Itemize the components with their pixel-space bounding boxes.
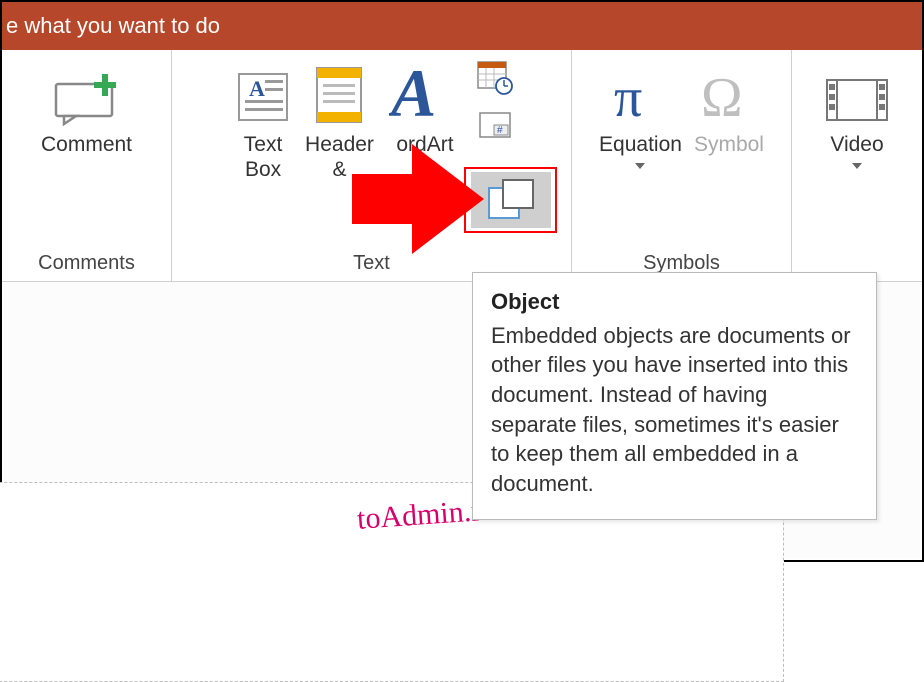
svg-text:π: π <box>614 67 642 126</box>
date-time-icon <box>474 58 516 96</box>
svg-text:Ω: Ω <box>701 67 743 126</box>
svg-text:A: A <box>389 60 436 126</box>
textbox-icon: A <box>233 58 293 126</box>
comment-label: Comment <box>41 132 132 157</box>
comment-icon <box>50 58 124 126</box>
header-icon <box>311 58 367 126</box>
wordart-label: ordArt <box>396 132 453 157</box>
object-tooltip: Object Embedded objects are documents or… <box>472 272 877 520</box>
wordart-icon: A <box>389 58 461 126</box>
group-text: A Text Box <box>172 50 572 281</box>
group-comments-label: Comments <box>38 248 135 275</box>
symbol-icon: Ω <box>697 58 761 126</box>
symbol-label: Symbol <box>694 132 764 157</box>
group-text-label: Text <box>353 248 390 275</box>
svg-text:#: # <box>497 125 503 136</box>
equation-button[interactable]: π Equation <box>593 58 688 169</box>
video-label: Video <box>830 132 883 157</box>
ribbon: Comment Comments A Text Box <box>2 50 922 282</box>
tooltip-body: Embedded objects are documents or other … <box>491 321 858 499</box>
object-button[interactable] <box>471 172 551 228</box>
group-symbols-label: Symbols <box>643 248 720 275</box>
video-dropdown-icon <box>852 163 862 169</box>
object-button-highlight <box>464 167 557 233</box>
svg-text:A: A <box>249 76 265 101</box>
wordart-button[interactable]: A ordArt <box>380 58 470 182</box>
group-symbols: π Equation Ω Symbol Symbols <box>572 50 792 281</box>
equation-icon: π <box>608 58 672 126</box>
symbol-button: Ω Symbol <box>688 58 770 169</box>
tell-me-text: e what you want to do <box>6 13 220 39</box>
video-button[interactable]: Video <box>815 58 899 169</box>
object-icon <box>485 178 537 222</box>
group-media: Video <box>792 50 922 281</box>
comment-button[interactable]: Comment <box>35 58 138 157</box>
tooltip-title: Object <box>491 287 858 317</box>
wordart-dropdown-icon <box>420 163 430 169</box>
video-icon <box>821 58 893 126</box>
textbox-button[interactable]: A Text Box <box>227 58 299 182</box>
equation-label: Equation <box>599 132 682 157</box>
header-label: Header & <box>305 132 374 182</box>
group-comments: Comment Comments <box>2 50 172 281</box>
header-footer-button[interactable]: Header & <box>299 58 380 182</box>
slide-number-icon: # <box>474 109 516 143</box>
slide-number-button[interactable]: # <box>474 109 516 148</box>
textbox-label: Text Box <box>244 132 283 182</box>
equation-dropdown-icon <box>635 163 645 169</box>
tell-me-bar[interactable]: e what you want to do <box>2 2 922 50</box>
date-time-button[interactable] <box>474 58 516 101</box>
